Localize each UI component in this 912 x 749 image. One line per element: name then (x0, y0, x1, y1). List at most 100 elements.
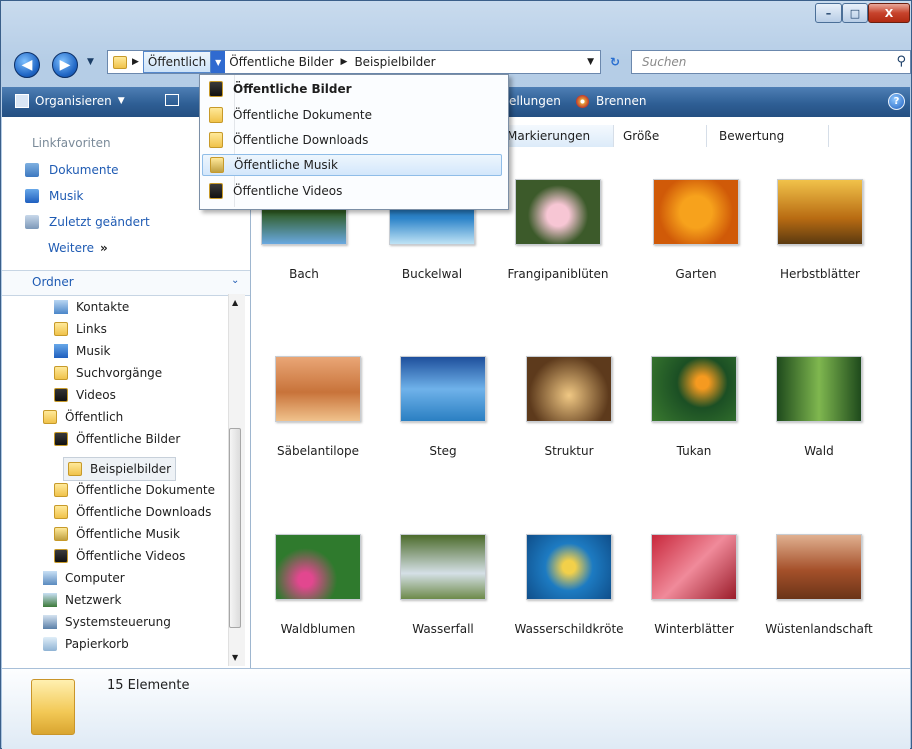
photo-item[interactable]: Winterblätter (639, 534, 749, 636)
breadcrumb-beispielbilder[interactable]: Beispielbilder (350, 51, 439, 73)
photo-label: Wald (804, 444, 834, 458)
favorite-musik[interactable]: Musik (25, 189, 84, 203)
close-button[interactable]: X (868, 3, 910, 23)
recent-pages-chevron-icon[interactable]: ▼ (87, 57, 94, 67)
music-folder-icon (54, 527, 68, 541)
tree-item-kontakte[interactable]: Kontakte (54, 297, 129, 317)
photo-thumbnail (275, 356, 361, 422)
settings-label: ellungen (509, 94, 561, 108)
breadcrumb-oeffentlich[interactable]: Öffentlich (142, 51, 212, 73)
menu-item-oeffentliche-videos[interactable]: Öffentliche Videos (202, 180, 502, 202)
breadcrumb-oeffentliche-bilder[interactable]: Öffentliche Bilder (225, 51, 337, 73)
item-count: 15 Elemente (107, 678, 190, 693)
help-button[interactable]: ? (888, 93, 905, 110)
photo-thumbnail (776, 356, 862, 422)
double-chevron-icon: » (100, 241, 108, 255)
column-header-bewertung[interactable]: Bewertung (709, 125, 829, 147)
settings-button[interactable]: ellungen (509, 94, 561, 108)
tree-item-videos[interactable]: Videos (54, 385, 116, 405)
search-icon[interactable]: ⚲ (896, 54, 906, 69)
column-header-markierungen[interactable]: Markierungen (507, 125, 614, 147)
photo-label: Säbelantilope (277, 444, 359, 458)
photo-thumbnail (400, 534, 486, 600)
menu-item-oeffentliche-downloads[interactable]: Öffentliche Downloads (202, 129, 502, 151)
favorite-label: Musik (49, 189, 84, 203)
folders-header[interactable]: Ordner ⌄ (2, 270, 250, 296)
tree-item-oeffentliche-dokumente[interactable]: Öffentliche Dokumente (54, 480, 215, 500)
favorite-zuletzt-geaendert[interactable]: Zuletzt geändert (25, 215, 150, 229)
photo-item[interactable]: Wasserschildkröte (514, 534, 624, 636)
photo-label: Tukan (676, 444, 712, 458)
tree-label: Öffentliche Downloads (76, 505, 212, 519)
tree-label: Öffentlich (65, 410, 124, 424)
photo-item[interactable]: Struktur (514, 356, 624, 458)
search-field[interactable]: Suchen ⚲ (631, 50, 911, 74)
tree-item-oeffentliche-musik[interactable]: Öffentliche Musik (54, 524, 180, 544)
views-button[interactable] (165, 94, 179, 106)
photo-label: Buckelwal (401, 267, 463, 281)
photo-thumbnail (776, 534, 862, 600)
photo-thumbnail (275, 534, 361, 600)
tree-label: Öffentliche Bilder (76, 432, 181, 446)
scroll-down-icon[interactable]: ▼ (232, 653, 238, 662)
photo-item[interactable]: Tukan (639, 356, 749, 458)
photo-label: Wasserfall (412, 622, 474, 636)
tree-item-computer[interactable]: Computer (43, 568, 125, 588)
organize-label: Organisieren (35, 94, 112, 108)
tree-item-beispielbilder[interactable]: Beispielbilder (63, 457, 177, 481)
tree-label: Kontakte (76, 300, 130, 314)
photo-item[interactable]: Wald (764, 356, 874, 458)
menu-item-oeffentliche-dokumente[interactable]: Öffentliche Dokumente (202, 104, 502, 126)
chevron-right-icon: ▶ (340, 57, 348, 67)
control-panel-icon (43, 615, 57, 629)
tree-item-links[interactable]: Links (54, 319, 107, 339)
column-header-groesse[interactable]: Größe (615, 125, 707, 147)
photo-item[interactable]: Herbstblätter (765, 179, 875, 281)
more-favorites-link[interactable]: Weitere » (48, 241, 108, 255)
arrow-left-icon: ◀ (21, 57, 33, 73)
tree-item-systemsteuerung[interactable]: Systemsteuerung (43, 612, 171, 632)
video-folder-icon (54, 549, 68, 563)
folder-icon (54, 322, 68, 336)
organize-button[interactable]: Organisieren ▼ (15, 94, 125, 108)
photo-item[interactable]: Säbelantilope (263, 356, 373, 458)
tree-item-suchvorgaenge[interactable]: Suchvorgänge (54, 363, 162, 383)
back-button[interactable]: ◀ (14, 52, 40, 78)
photo-label: Wasserschildkröte (514, 622, 624, 636)
tree-item-papierkorb[interactable]: Papierkorb (43, 634, 129, 654)
menu-item-label: Öffentliche Musik (234, 158, 338, 172)
burn-button[interactable]: Brennen (576, 94, 646, 108)
menu-item-oeffentliche-bilder[interactable]: Öffentliche Bilder (202, 78, 502, 100)
favorite-dokumente[interactable]: Dokumente (25, 163, 119, 177)
photo-thumbnail (526, 534, 612, 600)
photo-item[interactable]: Wasserfall (388, 534, 498, 636)
tree-item-oeffentliche-bilder[interactable]: Öffentliche Bilder (54, 429, 180, 449)
photo-item[interactable]: Steg (388, 356, 498, 458)
column-label: Bewertung (719, 129, 785, 143)
photo-item[interactable]: Waldblumen (263, 534, 373, 636)
minimize-button[interactable]: – (815, 3, 842, 23)
scroll-up-icon[interactable]: ▲ (232, 298, 238, 307)
tree-item-oeffentliche-downloads[interactable]: Öffentliche Downloads (54, 502, 211, 522)
menu-item-oeffentliche-musik[interactable]: Öffentliche Musik (202, 154, 502, 176)
photo-item[interactable]: Wüstenlandschaft (764, 534, 874, 636)
details-pane: 15 Elemente (2, 668, 910, 749)
forward-button[interactable]: ▶ (52, 52, 78, 78)
folders-title: Ordner (32, 275, 74, 289)
refresh-button[interactable]: ↻ (603, 50, 627, 74)
address-bar[interactable]: ▶ Öffentlich ▼ Öffentliche Bilder ▶ Beis… (107, 50, 601, 74)
recycle-bin-icon (43, 637, 57, 651)
tree-item-musik[interactable]: Musik (54, 341, 111, 361)
maximize-button[interactable]: □ (842, 3, 868, 23)
refresh-icon: ↻ (609, 55, 621, 69)
address-history-dropdown-icon[interactable]: ▼ (587, 57, 594, 67)
tree-item-netzwerk[interactable]: Netzwerk (43, 590, 121, 610)
tree-label: Links (76, 322, 107, 336)
tree-item-oeffentlich[interactable]: Öffentlich (43, 407, 123, 427)
photo-thumbnail (651, 534, 737, 600)
scrollbar-thumb[interactable] (229, 428, 241, 628)
breadcrumb-dropdown-button[interactable]: ▼ (211, 51, 226, 73)
tree-item-oeffentliche-videos[interactable]: Öffentliche Videos (54, 546, 185, 566)
photo-item[interactable]: Garten (641, 179, 751, 281)
photo-item[interactable]: Frangipaniblüten (503, 179, 613, 281)
